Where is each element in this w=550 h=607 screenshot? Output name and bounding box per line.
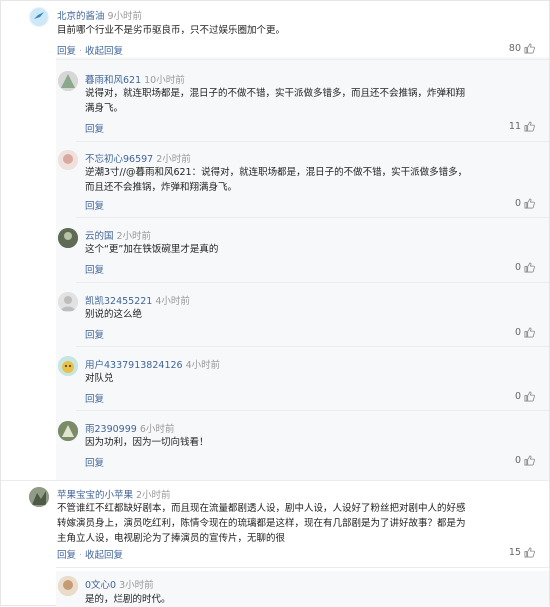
comment-text: 因为功利，因为一切向钱看！ <box>85 437 209 448</box>
reply-button[interactable]: 回复 <box>57 46 76 57</box>
comment-actions: 回复 <box>85 121 104 135</box>
like-button[interactable]: 15 <box>509 547 535 558</box>
divider <box>76 346 549 347</box>
like-button[interactable]: 80 <box>509 43 535 54</box>
collapse-replies-button[interactable]: 收起回复 <box>85 550 123 561</box>
comment-author[interactable]: 0文心0 3小时前 <box>85 577 154 591</box>
thumbs-up-icon <box>524 262 535 273</box>
comment-time: 2小时前 <box>156 154 191 165</box>
like-count: 0 <box>514 327 521 338</box>
divider <box>1 480 549 481</box>
reply-button[interactable]: 回复 <box>85 458 104 469</box>
reply-button[interactable]: 回复 <box>85 201 104 212</box>
reply-button[interactable]: 回复 <box>85 124 104 135</box>
like-button[interactable]: 0 <box>515 262 535 273</box>
like-count: 0 <box>514 391 521 402</box>
comment-actions: 回复 <box>85 391 104 405</box>
divider <box>56 567 549 568</box>
avatar[interactable] <box>58 421 78 441</box>
comment-time: 2小时前 <box>116 231 152 242</box>
comment-time: 2小时前 <box>136 490 171 501</box>
like-count: 15 <box>508 547 521 558</box>
comment-actions: 回复 · 收起回复 <box>57 46 124 57</box>
comment-text: 逆潮3寸//@暮雨和风621：说得对，就连职场都是，混日子的不做不错，实干派做多… <box>85 167 468 193</box>
like-button[interactable]: 0 <box>515 198 535 209</box>
comment-text: 是的，烂剧的时代。 <box>85 594 171 605</box>
comment-time: 3小时前 <box>119 580 154 591</box>
avatar[interactable] <box>29 487 49 507</box>
comment-actions: 回复 <box>85 198 104 212</box>
comment-actions: 回复 · 收起回复 <box>57 550 124 561</box>
comment-author[interactable]: 不忘初心96597 2小时前 <box>85 151 191 165</box>
comment-author[interactable]: 云的国 2小时前 <box>85 228 151 242</box>
comment-text: 目前哪个行业不是劣币驱良币，只不过娱乐圈加个更。 <box>57 25 286 36</box>
comment-time: 4小时前 <box>185 360 221 371</box>
comment-author[interactable]: 凯凯32455221 4小时前 <box>85 293 190 307</box>
divider <box>56 59 549 60</box>
avatar[interactable] <box>58 71 78 91</box>
avatar[interactable] <box>58 228 78 248</box>
comment-time: 6小时前 <box>139 424 175 435</box>
thumbs-up-icon <box>524 121 535 132</box>
comment-author[interactable]: 雨2390999 6小时前 <box>85 421 174 435</box>
like-count: 0 <box>514 198 521 209</box>
comment-author[interactable]: 用户4337913824126 4小时前 <box>85 357 220 371</box>
comment-author[interactable]: 苹果宝宝的小苹果 2小时前 <box>57 487 171 501</box>
collapse-replies-button[interactable]: 收起回复 <box>85 46 123 57</box>
like-count: 0 <box>514 455 521 466</box>
like-button[interactable]: 0 <box>515 327 535 338</box>
avatar[interactable] <box>29 7 49 27</box>
comment-text: 别说的这么绝 <box>85 309 143 320</box>
comment-text: 对队兑 <box>85 373 114 384</box>
comment-time: 10小时前 <box>144 75 185 86</box>
comment-time: 4小时前 <box>155 296 190 307</box>
thumbs-up-icon <box>524 391 535 402</box>
like-count: 0 <box>514 262 521 273</box>
like-button[interactable]: 0 <box>515 455 535 466</box>
reply-button[interactable]: 回复 <box>85 265 104 276</box>
comment-text: 这个“更”加在铁饭碗里才是真的 <box>85 244 219 255</box>
comment-author[interactable]: 暮雨和风621 10小时前 <box>85 72 185 86</box>
like-button[interactable]: 11 <box>509 121 535 132</box>
comment-actions: 回复 <box>85 455 104 469</box>
divider <box>76 217 549 218</box>
thumbs-up-icon <box>524 327 535 338</box>
comment-time: 9小时前 <box>107 11 143 22</box>
avatar[interactable] <box>58 292 78 312</box>
thumbs-up-icon <box>524 198 535 209</box>
like-count: 11 <box>508 121 521 132</box>
comment-author[interactable]: 北京的酱油 9小时前 <box>57 8 142 22</box>
reply-button[interactable]: 回复 <box>85 394 104 405</box>
avatar[interactable] <box>58 356 78 376</box>
divider <box>76 410 549 411</box>
comment-text: 不管谁红不红都缺好剧本，而且现在流量都剧透人设，剧中人设，人设好了粉丝把对剧中人… <box>57 503 466 544</box>
divider <box>76 141 549 142</box>
comment-actions: 回复 <box>85 262 104 276</box>
comment-thread: 北京的酱油 9小时前 目前哪个行业不是劣币驱良币，只不过娱乐圈加个更。 回复 · 收起… <box>0 0 550 607</box>
like-button[interactable]: 0 <box>515 391 535 402</box>
thumbs-up-icon <box>524 547 535 558</box>
thumbs-up-icon <box>524 455 535 466</box>
replies-panel <box>56 57 549 480</box>
thumbs-up-icon <box>524 43 535 54</box>
avatar[interactable] <box>58 150 78 170</box>
comment-text: 说得对，就连职场都是，混日子的不做不错，实干派做多错多，而且还不会推锅，炸弹和翔… <box>85 88 466 114</box>
reply-button[interactable]: 回复 <box>57 550 76 561</box>
avatar[interactable] <box>58 576 78 596</box>
comment-actions: 回复 <box>85 327 104 341</box>
divider <box>76 282 549 283</box>
like-count: 80 <box>508 43 521 54</box>
reply-button[interactable]: 回复 <box>85 330 104 341</box>
